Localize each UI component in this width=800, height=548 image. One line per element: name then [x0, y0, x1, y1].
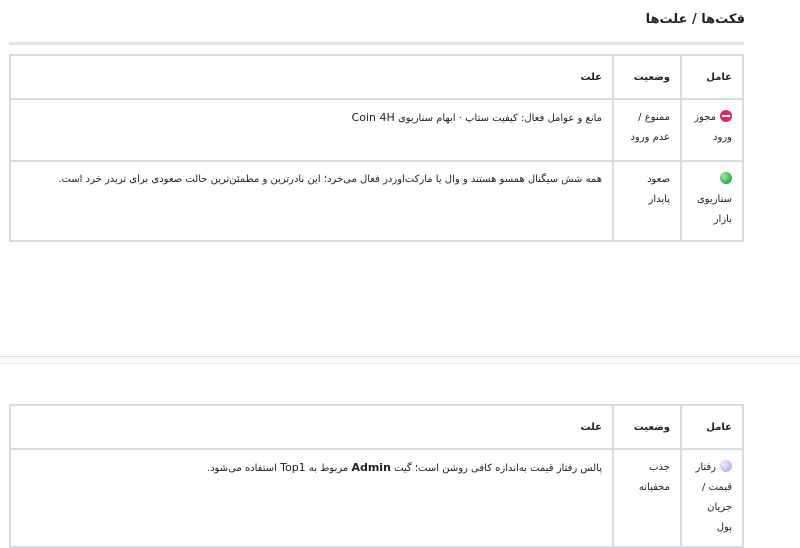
factor-cell: رفتار قیمت / جریان پول [680, 448, 744, 548]
green-circle-icon [720, 172, 732, 184]
header-status: وضعیت [612, 54, 682, 100]
facts-table: عامل وضعیت علت مجوز ورود ممنوع / عدم ورو… [9, 54, 744, 242]
status-cell: جذب مخفیانه [612, 448, 682, 548]
page-break [0, 356, 800, 364]
no-entry-icon [720, 110, 732, 122]
table-row: رفتار قیمت / جریان پول جذب مخفیانه پالس … [9, 448, 744, 548]
section-title: فکت‌ها / علت‌ها [645, 12, 745, 27]
reason-cell: مانع و عوامل فعال: کیفیت ستاپ · ابهام سن… [9, 98, 614, 162]
lavender-circle-icon [720, 460, 732, 472]
table-header-row: عامل وضعیت علت [9, 54, 744, 100]
header-status: وضعیت [612, 404, 682, 450]
status-cell: ممنوع / عدم ورود [612, 98, 682, 162]
reason-text: مربوط به [308, 463, 349, 474]
reason-cell: پالس رفتار قیمت به‌اندازه کافی روشن است؛… [9, 448, 614, 548]
table-row: مجوز ورود ممنوع / عدم ورود مانع و عوامل … [9, 98, 744, 162]
factor-label: سناریوی بازار [696, 194, 732, 225]
price-action-table: عامل وضعیت علت رفتار قیمت / جریان پول جذ… [9, 404, 744, 548]
section-divider [9, 42, 744, 45]
reason-symbol: Coin 4H [351, 111, 395, 124]
factor-cell: سناریوی بازار [680, 160, 744, 242]
table-header-row: عامل وضعیت علت [9, 404, 744, 450]
reason-text: استفاده می‌شود. [206, 463, 277, 474]
reason-text: پالس رفتار قیمت به‌اندازه کافی روشن است؛… [394, 463, 602, 474]
factor-cell: مجوز ورود [680, 98, 744, 162]
reason-admin: Admin [351, 461, 391, 474]
reason-text: مانع و عوامل فعال: کیفیت ستاپ · ابهام سن… [397, 113, 602, 124]
table-row: سناریوی بازار صعود پایدار همه شش سیگنال … [9, 160, 744, 242]
header-reason: علت [9, 404, 614, 450]
status-cell: صعود پایدار [612, 160, 682, 242]
header-factor: عامل [680, 404, 744, 450]
reason-top1: Top1 [280, 461, 306, 474]
header-factor: عامل [680, 54, 744, 100]
reason-cell: همه شش سیگنال همسو هستند و وال یا مارکت‌… [9, 160, 614, 242]
factor-label: رفتار قیمت / جریان پول [695, 462, 732, 533]
header-reason: علت [9, 54, 614, 100]
